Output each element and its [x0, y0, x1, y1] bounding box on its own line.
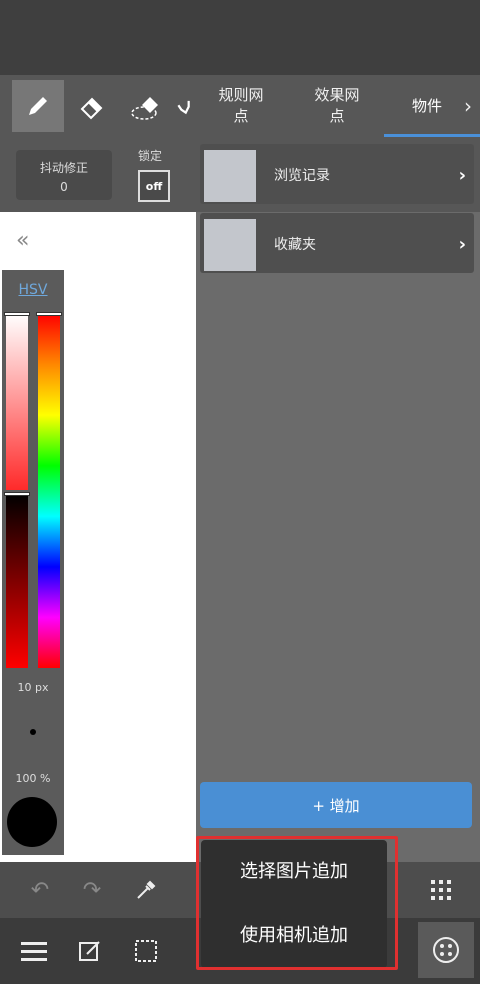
- history-label: 浏览记录: [274, 168, 330, 184]
- history-row[interactable]: 浏览记录 ›: [200, 144, 474, 204]
- undo-icon[interactable]: ↶: [20, 872, 60, 908]
- brightness-handle[interactable]: [4, 492, 30, 496]
- tab-regular-tone[interactable]: 规则网 点: [196, 75, 286, 137]
- highlight-outline: [196, 836, 398, 970]
- lock-toggle[interactable]: off: [138, 170, 170, 202]
- hue-slider[interactable]: [38, 314, 60, 668]
- stabilizer-label: 抖动修正: [39, 161, 88, 175]
- eraser-tool-button[interactable]: [66, 80, 118, 132]
- pen-tool-button[interactable]: [12, 80, 64, 132]
- redo-icon[interactable]: ↷: [72, 872, 112, 908]
- saturation-handle[interactable]: [4, 312, 30, 316]
- selection-eraser-tool-button[interactable]: [120, 80, 172, 132]
- chevron-right-icon: ›: [458, 234, 466, 255]
- selection-eraser-icon: [131, 97, 158, 120]
- brightness-slider[interactable]: [6, 494, 28, 668]
- tool-row: [0, 75, 196, 137]
- stabilizer-value: 0: [60, 180, 68, 194]
- add-material-button[interactable]: + 增加: [200, 782, 472, 828]
- eraser-icon: [80, 97, 103, 120]
- edit-icon[interactable]: [72, 933, 108, 969]
- tab-effect-tone[interactable]: 效果网 点: [292, 75, 382, 137]
- material-panel-button[interactable]: [418, 922, 474, 978]
- hand-icon: [177, 100, 190, 115]
- tab-objects[interactable]: 物件: [392, 75, 462, 137]
- material-panel: [196, 212, 480, 862]
- chevron-right-icon: ›: [458, 165, 466, 186]
- pen-icon: [29, 97, 47, 115]
- selection-icon[interactable]: [128, 933, 164, 969]
- tabs-scroll-right-icon[interactable]: ›: [456, 75, 480, 137]
- saturation-slider[interactable]: [6, 314, 28, 490]
- collapse-panel-icon[interactable]: «: [16, 228, 29, 253]
- current-color-swatch[interactable]: [7, 797, 57, 847]
- favorites-label: 收藏夹: [274, 237, 316, 253]
- stabilizer-control[interactable]: 抖动修正 0: [16, 150, 112, 200]
- eyedropper-icon[interactable]: [126, 872, 166, 908]
- hue-handle[interactable]: [36, 312, 62, 316]
- menu-icon[interactable]: [16, 933, 52, 969]
- brush-size-label: 10 px: [17, 681, 49, 694]
- material-icon: [433, 937, 459, 963]
- grid-menu-icon[interactable]: [426, 872, 456, 908]
- favorites-row[interactable]: 收藏夹 ›: [200, 213, 474, 273]
- lock-label: 锁定: [138, 149, 163, 163]
- brush-size-preview: [30, 729, 36, 735]
- top-bar: [0, 0, 480, 75]
- hand-tool-button[interactable]: [174, 80, 196, 132]
- color-mode-link[interactable]: HSV: [2, 282, 64, 298]
- favorites-thumbnail: [204, 219, 256, 271]
- opacity-label: 100 %: [15, 772, 51, 785]
- history-thumbnail: [204, 150, 256, 202]
- material-tabs: 规则网 点 效果网 点 物件 ›: [196, 75, 480, 137]
